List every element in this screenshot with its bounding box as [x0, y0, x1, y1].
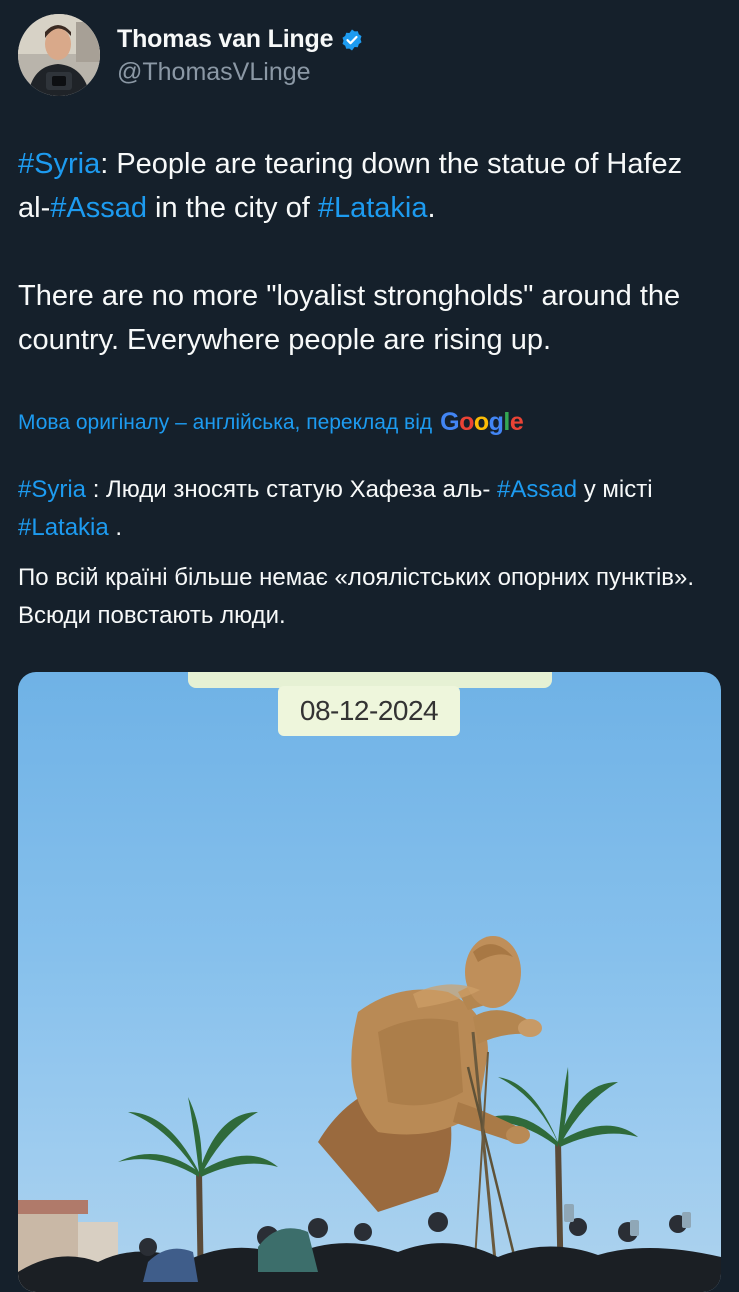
verified-badge-icon: [340, 28, 364, 52]
tweet-text-segment: in the city of: [146, 192, 318, 224]
video-date-stamp: 08-12-2024: [278, 686, 460, 736]
translated-text-segment: у місті: [577, 476, 653, 503]
hashtag-assad[interactable]: #Assad: [50, 192, 147, 224]
tweet-header: Thomas van Linge @ThomasVLinge: [18, 14, 364, 96]
video-media[interactable]: 08-12-2024: [18, 672, 721, 1292]
tweet-text-segment: .: [427, 192, 436, 224]
avatar[interactable]: [18, 14, 100, 96]
hashtag-assad-translated[interactable]: #Assad: [497, 476, 577, 503]
author-name[interactable]: Thomas van Linge: [117, 25, 333, 54]
tweet-paragraph-1: #Syria: People are tearing down the stat…: [18, 142, 718, 230]
translation-label[interactable]: Мова оригіналу – англійська, переклад ві…: [18, 411, 432, 435]
hashtag-latakia-translated[interactable]: #Latakia: [18, 514, 109, 541]
translated-text-segment: .: [108, 514, 123, 541]
translated-paragraph-1: #Syria : Люди зносять статую Хафеза аль-…: [18, 471, 718, 547]
translated-text-segment: : Люди зносять статую Хафеза аль-: [86, 476, 498, 503]
avatar-photo: [18, 14, 100, 96]
tweet-body: #Syria: People are tearing down the stat…: [18, 142, 718, 362]
translated-paragraph-2: По всій країні більше немає «лоялістськи…: [18, 564, 695, 629]
translated-body: #Syria : Люди зносять статую Хафеза аль-…: [18, 471, 718, 635]
author-handle[interactable]: @ThomasVLinge: [117, 58, 364, 87]
hashtag-latakia[interactable]: #Latakia: [318, 192, 428, 224]
hashtag-syria[interactable]: #Syria: [18, 148, 100, 180]
google-logo: Google: [440, 408, 524, 436]
statue-scene-image: [18, 936, 721, 1292]
translation-notice[interactable]: Мова оригіналу – англійська, переклад ві…: [18, 408, 524, 437]
tweet-paragraph-2: There are no more "loyalist strongholds"…: [18, 280, 681, 356]
hashtag-syria-translated[interactable]: #Syria: [18, 476, 86, 503]
